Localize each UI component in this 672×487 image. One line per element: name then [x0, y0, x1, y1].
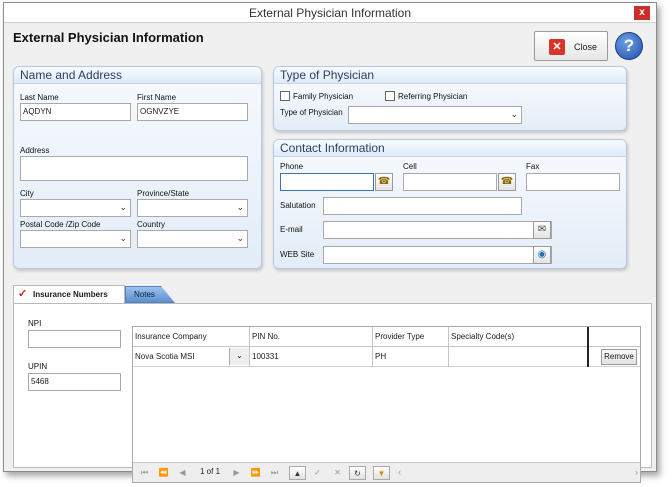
help-icon[interactable]: ?: [615, 32, 643, 60]
pin-cell[interactable]: 100331: [250, 347, 373, 367]
detail-tabs: ✓ Insurance Numbers Notes NPI UPIN 5468 …: [13, 285, 652, 483]
postal-label: Postal Code /Zip Code: [20, 220, 101, 229]
chevron-down-icon: ⌄: [119, 233, 127, 243]
country-select[interactable]: ⌄: [137, 230, 248, 248]
email-input[interactable]: [323, 221, 552, 239]
col-insurance-company[interactable]: Insurance Company: [133, 327, 250, 347]
physician-type-select[interactable]: ⌄: [348, 106, 522, 124]
tab-insurance-numbers[interactable]: ✓ Insurance Numbers: [13, 285, 125, 303]
referring-physician-checkbox[interactable]: [385, 91, 395, 101]
phone-input[interactable]: [280, 173, 374, 191]
address-label: Address: [20, 146, 50, 155]
last-name-label: Last Name: [20, 93, 59, 102]
chevron-down-icon: ⌄: [510, 109, 518, 119]
insurance-tab-body: NPI UPIN 5468 Insurance Company PIN No. …: [13, 303, 652, 483]
name-address-panel: Name and Address Last Name AQDYN First N…: [13, 66, 262, 269]
name-address-title: Name and Address: [14, 67, 261, 84]
remove-button[interactable]: Remove: [601, 349, 637, 365]
insert-icon[interactable]: ▲: [289, 466, 306, 480]
salutation-label: Salutation: [280, 201, 316, 210]
filter-icon[interactable]: ▼: [373, 466, 390, 480]
prev-page-icon[interactable]: ◀: [174, 466, 191, 480]
contact-panel: Contact Information Phone ☎ Cell ☎ Fax S…: [273, 139, 627, 269]
col-provider-type[interactable]: Provider Type: [373, 327, 449, 347]
grid-header: Insurance Company PIN No. Provider Type …: [133, 327, 640, 347]
npi-label: NPI: [28, 319, 42, 328]
tab-notes-label: Notes: [134, 290, 155, 299]
tab-notes[interactable]: Notes: [125, 286, 175, 303]
page-title: External Physician Information: [13, 30, 204, 45]
city-select[interactable]: ⌄: [20, 199, 131, 217]
npi-input[interactable]: [28, 330, 121, 348]
scroll-left-icon[interactable]: ‹: [398, 467, 401, 477]
pager-text: 1 of 1: [200, 467, 221, 476]
close-button-label: Close: [574, 42, 598, 52]
upin-label: UPIN: [28, 362, 48, 371]
close-button[interactable]: ✕ Close: [534, 31, 608, 61]
tab-insurance-label: Insurance Numbers: [33, 290, 108, 299]
window-close-icon[interactable]: x: [634, 6, 650, 20]
title-bar: External Physician Information x: [4, 3, 656, 23]
chevron-down-icon: ⌄: [236, 202, 244, 212]
fax-label: Fax: [526, 162, 540, 171]
family-physician-label: Family Physician: [293, 92, 354, 101]
chevron-down-icon[interactable]: ⌄: [229, 348, 249, 365]
province-label: Province/State: [137, 189, 190, 198]
next-page-icon[interactable]: ▶: [228, 466, 245, 480]
cell-label: Cell: [403, 162, 417, 171]
web-label: WEB Site: [280, 250, 315, 259]
fax-input[interactable]: [526, 173, 620, 191]
post-icon[interactable]: ✓: [309, 466, 326, 480]
table-row[interactable]: Nova Scotia MSI ⌄ 100331 PH Remove: [133, 347, 640, 367]
physician-type-label: Type of Physician: [280, 108, 343, 117]
salutation-input[interactable]: [323, 197, 522, 215]
first-page-icon[interactable]: ⏮: [136, 466, 153, 480]
company-value: Nova Scotia MSI: [135, 352, 195, 361]
chevron-down-icon: ⌄: [119, 202, 127, 212]
col-pin-no[interactable]: PIN No.: [250, 327, 373, 347]
refresh-icon[interactable]: ↻: [349, 466, 366, 480]
physician-type-title: Type of Physician: [274, 67, 626, 84]
phone-label: Phone: [280, 162, 304, 171]
phone-dial-icon[interactable]: ☎: [375, 173, 393, 191]
globe-icon[interactable]: ◉: [533, 246, 551, 264]
first-name-label: First Name: [137, 93, 177, 102]
physician-window: External Physician Information x Externa…: [3, 2, 657, 483]
insurance-grid: Insurance Company PIN No. Provider Type …: [132, 326, 641, 483]
contact-title: Contact Information: [274, 140, 626, 157]
referring-physician-label: Referring Physician: [398, 92, 468, 101]
upin-input[interactable]: 5468: [28, 373, 121, 391]
scroll-right-icon[interactable]: ›: [635, 467, 638, 477]
last-name-input[interactable]: AQDYN: [20, 103, 131, 121]
cancel-icon[interactable]: ✕: [329, 466, 346, 480]
first-name-input[interactable]: OGNVZYE: [137, 103, 248, 121]
family-physician-checkbox[interactable]: [280, 91, 290, 101]
email-compose-icon[interactable]: ✉: [533, 221, 551, 239]
postal-select[interactable]: ⌄: [20, 230, 131, 248]
email-label: E-mail: [280, 225, 303, 234]
address-input[interactable]: [20, 156, 248, 181]
close-icon: ✕: [549, 39, 565, 55]
grid-navigator: ⏮ ⏪ ◀ 1 of 1 ▶ ⏩ ⏭ ▲ ✓ ✕ ↻ ▼ ‹ ›: [133, 462, 640, 482]
specialty-cell[interactable]: [449, 347, 589, 367]
checkmark-icon: ✓: [18, 288, 28, 300]
window-title: External Physician Information: [248, 6, 412, 20]
city-label: City: [20, 189, 34, 198]
physician-type-panel: Type of Physician Family Physician Refer…: [273, 66, 627, 131]
horizontal-scrollbar[interactable]: ‹ ›: [398, 467, 638, 479]
cell-dial-icon[interactable]: ☎: [498, 173, 516, 191]
company-cell[interactable]: Nova Scotia MSI ⌄: [133, 347, 250, 367]
prev-group-icon[interactable]: ⏪: [155, 466, 172, 480]
next-group-icon[interactable]: ⏩: [247, 466, 264, 480]
chevron-down-icon: ⌄: [236, 233, 244, 243]
provider-type-cell[interactable]: PH: [373, 347, 449, 367]
col-specialty-codes[interactable]: Specialty Code(s): [449, 327, 589, 347]
cell-input[interactable]: [403, 173, 497, 191]
web-input[interactable]: [323, 246, 552, 264]
province-select[interactable]: ⌄: [137, 199, 248, 217]
country-label: Country: [137, 220, 166, 229]
last-page-icon[interactable]: ⏭: [266, 466, 283, 480]
